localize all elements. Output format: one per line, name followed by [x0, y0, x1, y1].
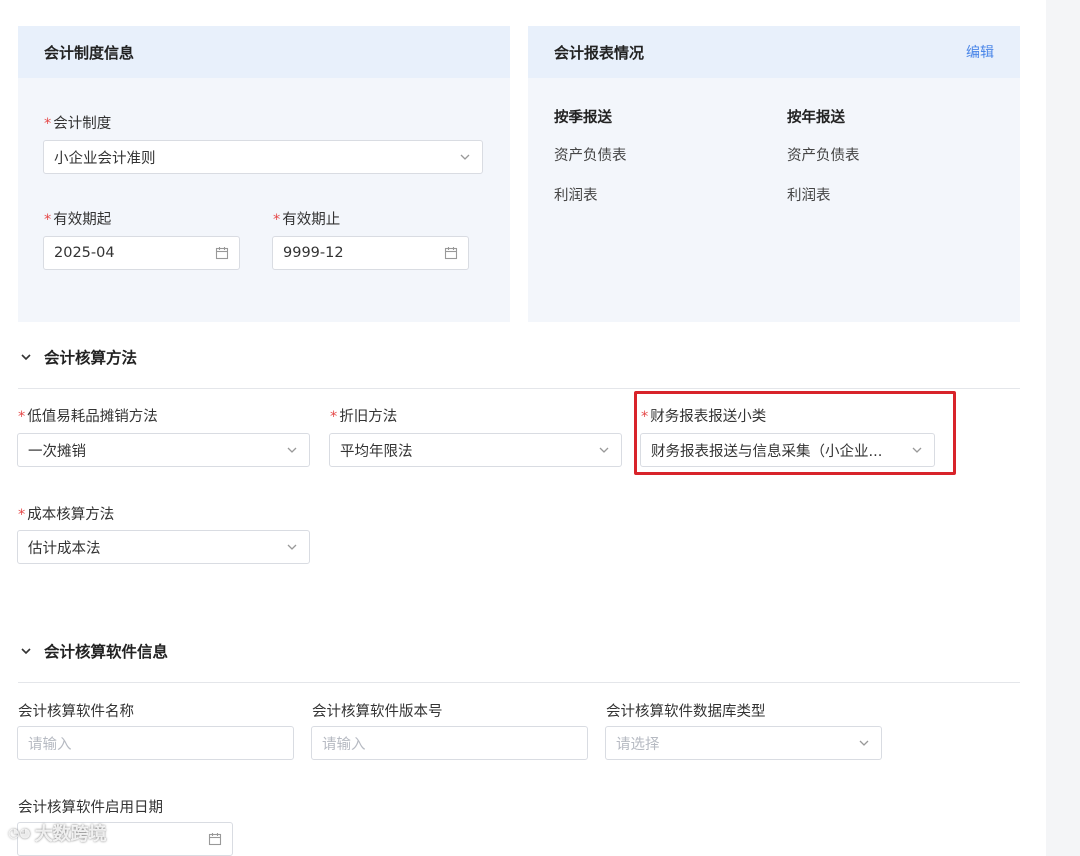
section-divider [18, 388, 1020, 389]
quarterly-item: 利润表 [554, 188, 598, 204]
watermark-logo-icon: ◔◕ [8, 825, 31, 841]
software-db-select[interactable]: 请选择 [605, 726, 882, 760]
report-card-title: 会计报表情况 [554, 43, 645, 62]
software-db-label: 会计核算软件数据库类型 [606, 704, 766, 720]
software-name-input[interactable]: 请输入 [17, 726, 294, 760]
report-card-header: 会计报表情况 编辑 [528, 26, 1020, 78]
software-info-title: 会计核算软件信息 [44, 643, 169, 661]
valid-from-date-picker[interactable]: 2025-04 [43, 236, 240, 270]
accounting-system-title: 会计制度信息 [44, 43, 135, 62]
quarterly-heading: 按季报送 [554, 110, 612, 126]
software-version-label: 会计核算软件版本号 [312, 704, 443, 720]
accounting-system-label: * 会计制度 [44, 116, 112, 132]
low-value-label: * 低值易耗品摊销方法 [18, 409, 158, 425]
software-start-date-label: 会计核算软件启用日期 [18, 800, 163, 816]
low-value-method-value: 一次摊销 [28, 443, 86, 460]
valid-to-value: 9999-12 [283, 245, 344, 261]
watermark: ◔◕ 大数跨境 [8, 820, 107, 846]
report-card: 会计报表情况 编辑 [528, 26, 1020, 322]
low-value-method-select[interactable]: 一次摊销 [17, 433, 310, 467]
accounting-system-select[interactable]: 小企业会计准则 [43, 140, 483, 174]
watermark-text: 大数跨境 [34, 824, 107, 845]
calendar-icon [215, 247, 229, 260]
chevron-down-icon [21, 354, 31, 361]
highlight-box [634, 391, 956, 475]
calendar-icon [444, 247, 458, 260]
cost-method-select[interactable]: 估计成本法 [17, 530, 310, 564]
valid-from-label: * 有效期起 [44, 212, 112, 228]
chevron-down-icon [599, 447, 609, 453]
valid-to-date-picker[interactable]: 9999-12 [272, 236, 469, 270]
chevron-down-icon [287, 447, 297, 453]
software-info-header[interactable]: 会计核算软件信息 [20, 640, 168, 662]
right-scroll-area [1046, 0, 1080, 856]
quarterly-item: 资产负债表 [554, 148, 627, 164]
cost-method-label: * 成本核算方法 [18, 507, 115, 523]
edit-link[interactable]: 编辑 [966, 42, 994, 62]
yearly-item: 利润表 [787, 188, 831, 204]
chevron-down-icon [460, 154, 470, 160]
chevron-down-icon [287, 544, 297, 550]
cost-method-value: 估计成本法 [28, 540, 101, 557]
software-name-placeholder: 请输入 [28, 736, 72, 753]
valid-from-value: 2025-04 [54, 245, 115, 261]
depreciation-label: * 折旧方法 [330, 409, 398, 425]
yearly-heading: 按年报送 [787, 110, 845, 126]
yearly-item: 资产负债表 [787, 148, 860, 164]
chevron-down-icon [21, 648, 31, 655]
accounting-system-card: 会计制度信息 [18, 26, 510, 322]
valid-to-label: * 有效期止 [273, 212, 341, 228]
software-version-input[interactable]: 请输入 [311, 726, 588, 760]
accounting-system-card-header: 会计制度信息 [18, 26, 510, 78]
accounting-system-value: 小企业会计准则 [54, 150, 156, 167]
accounting-methods-title: 会计核算方法 [44, 349, 138, 367]
software-name-label: 会计核算软件名称 [18, 704, 134, 720]
calendar-icon [208, 833, 222, 846]
depreciation-method-select[interactable]: 平均年限法 [329, 433, 622, 467]
chevron-down-icon [859, 740, 869, 746]
accounting-methods-header[interactable]: 会计核算方法 [20, 346, 137, 368]
depreciation-method-value: 平均年限法 [340, 443, 413, 460]
software-db-placeholder: 请选择 [616, 736, 660, 753]
section-divider [18, 682, 1020, 683]
software-version-placeholder: 请输入 [322, 736, 366, 753]
